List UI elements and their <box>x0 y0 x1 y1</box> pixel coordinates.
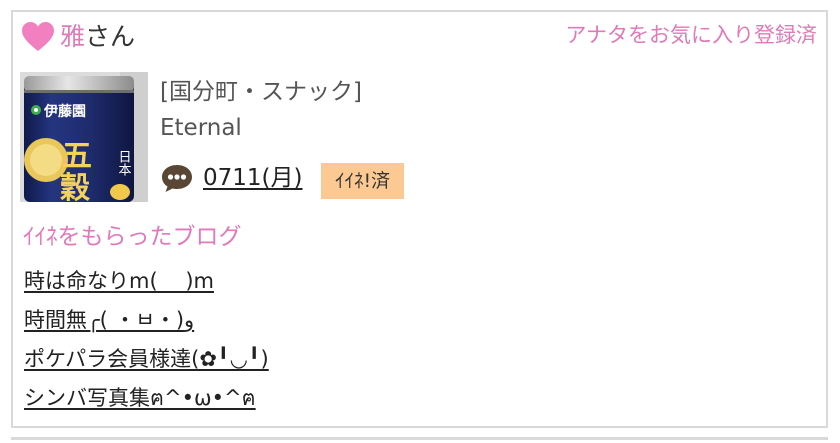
list-item: 時間無╭( ・ㅂ・)و <box>24 302 269 341</box>
shop-info: [国分町・スナック] Eternal <box>160 74 362 146</box>
blog-link[interactable]: 時間無╭( ・ㅂ・)و <box>24 308 194 332</box>
list-item: 時は命なりm(_ _)m <box>24 263 269 302</box>
like-status-badge[interactable]: ｲｲﾈ!済 <box>321 163 405 199</box>
user-name-link[interactable]: 雅 <box>60 22 85 51</box>
blog-link[interactable]: 時は命なりm(_ _)m <box>24 269 214 293</box>
section-divider <box>11 437 828 440</box>
liked-blogs-heading: ｲｲﾈをもらったブログ <box>23 224 242 250</box>
blog-link[interactable]: シンバ写真集ฅ^•ω•^ฅ <box>24 386 256 410</box>
comment-bubble-icon <box>162 165 192 192</box>
favorite-status: アナタをお気に入り登録済 <box>565 23 817 47</box>
product-name-bottom: 穀 <box>60 171 91 202</box>
product-name-top: 五 <box>62 139 92 174</box>
honorific: さん <box>85 22 136 51</box>
heart-icon <box>22 22 54 51</box>
visit-date-link[interactable]: 0711(月) <box>203 162 302 194</box>
drink-can-image: 伊藤園 五 穀 日本 <box>20 72 148 202</box>
svg-text:伊藤園: 伊藤園 <box>43 103 86 120</box>
list-item: ポケパラ会員様達(✿╹◡╹) <box>24 341 269 380</box>
shop-thumbnail[interactable]: 伊藤園 五 穀 日本 <box>20 72 148 202</box>
blog-link[interactable]: ポケパラ会員様達(✿╹◡╹) <box>24 347 269 371</box>
liked-blogs-list: 時は命なりm(_ _)m 時間無╭( ・ㅂ・)و ポケパラ会員様達(✿╹◡╹) … <box>24 263 269 419</box>
shop-name[interactable]: Eternal <box>160 110 362 146</box>
list-item: シンバ写真集ฅ^•ω•^ฅ <box>24 380 269 419</box>
user-name[interactable]: 雅さん <box>60 20 135 54</box>
can-side-text: 日本 <box>116 150 132 176</box>
shop-category: [国分町・スナック] <box>160 79 362 105</box>
